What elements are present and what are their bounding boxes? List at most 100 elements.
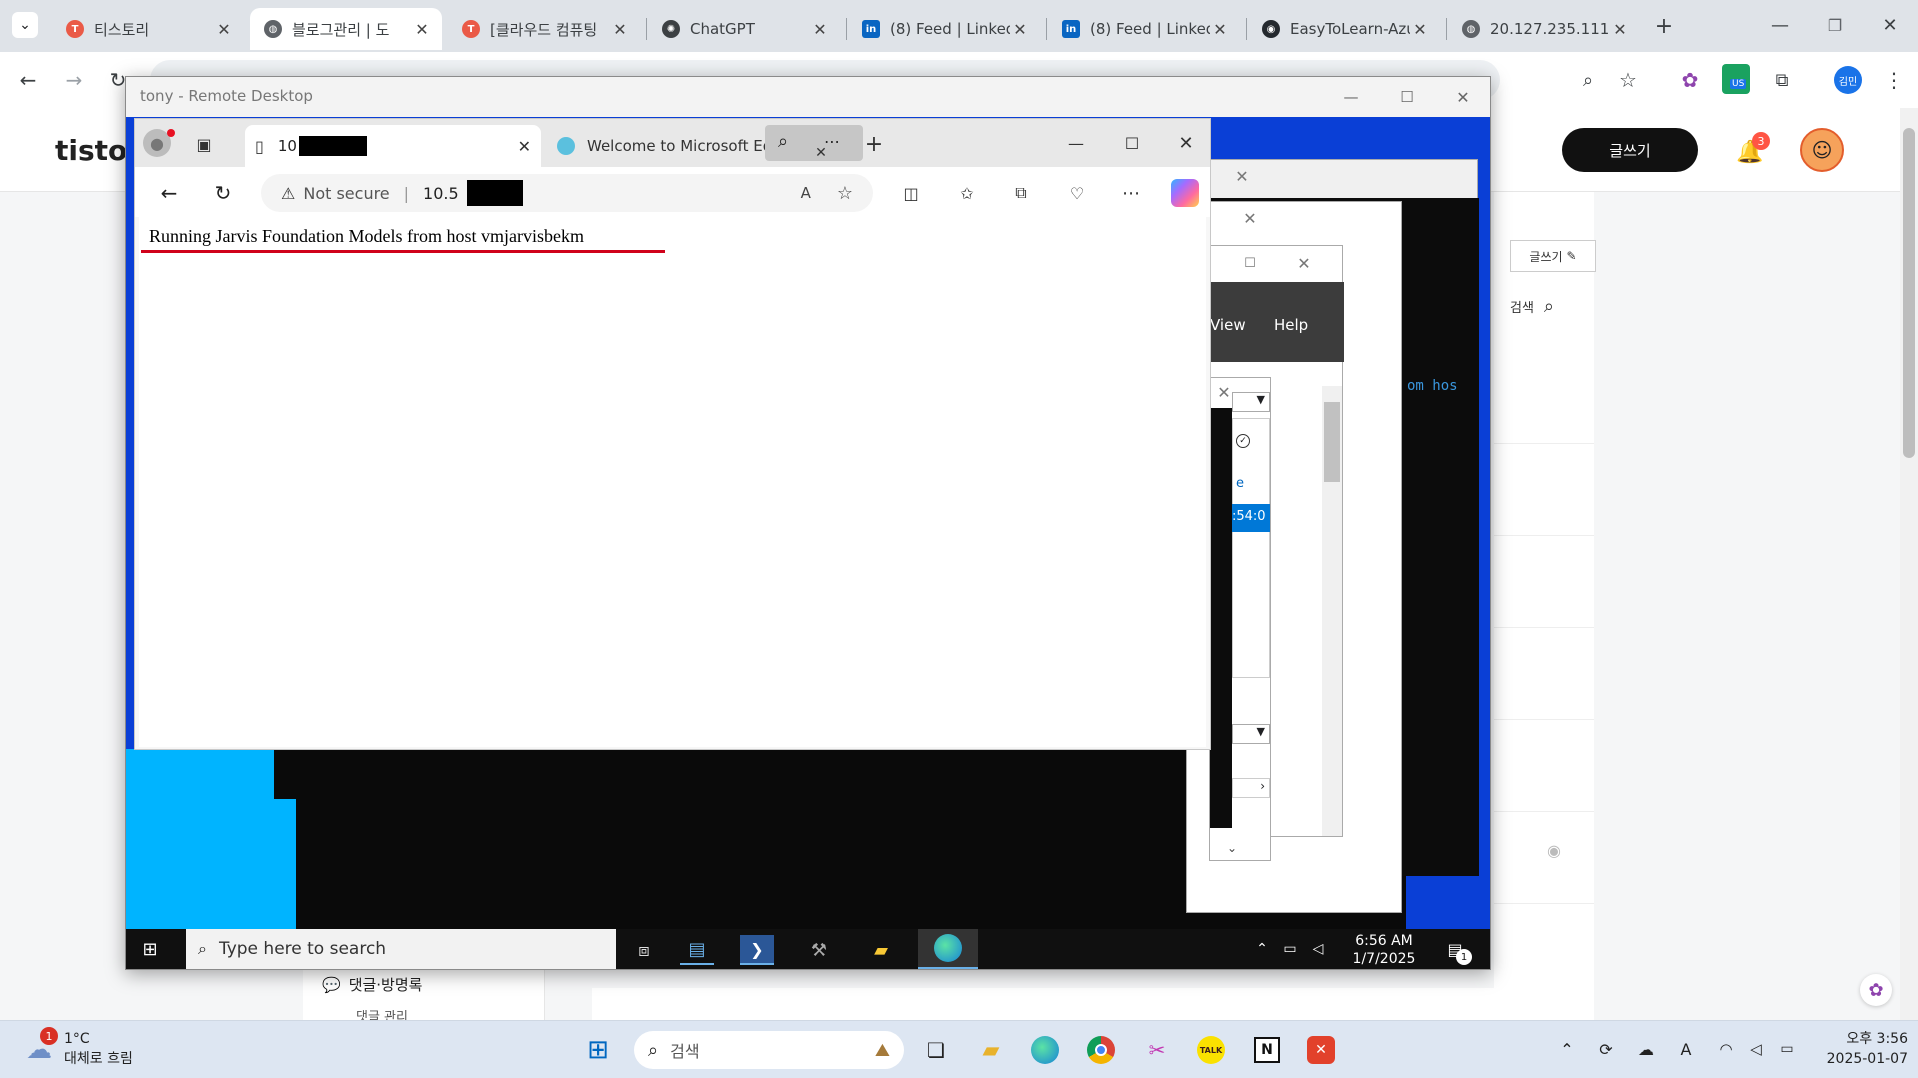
outer-tab-active[interactable]: ◍ 블로그관리 | 도 ✕ xyxy=(250,8,442,50)
zoom-magnifier-icon[interactable]: ⌕ xyxy=(771,129,795,153)
remote-desktop-app-icon[interactable]: ✕ xyxy=(1304,1035,1338,1065)
side-search[interactable]: 검색 ⌕ xyxy=(1510,296,1554,317)
close-icon[interactable]: ✕ xyxy=(1210,20,1230,39)
battery-icon[interactable]: ▭ xyxy=(1774,1037,1800,1061)
remote-clock[interactable]: 6:56 AM 1/7/2025 xyxy=(1348,932,1420,968)
zoom-icon[interactable]: ⌕ xyxy=(1574,66,1602,94)
tray-chevron-icon[interactable]: ⌃ xyxy=(1252,939,1272,959)
host-edge-icon[interactable] xyxy=(1028,1035,1062,1065)
start-icon[interactable]: ⊞ xyxy=(582,1035,614,1065)
host-file-explorer-icon[interactable]: ▰ xyxy=(974,1035,1008,1065)
outer-tab[interactable]: T 티스토리 ✕ xyxy=(52,8,244,50)
new-tab-plus-icon[interactable]: + xyxy=(1650,12,1678,40)
rdp-maximize-icon[interactable]: ☐ xyxy=(1392,83,1422,111)
write-button[interactable]: 글쓰기 xyxy=(1562,128,1698,172)
bookmark-star-icon[interactable]: ☆ xyxy=(1614,66,1642,94)
ime-icon[interactable]: A xyxy=(1674,1037,1698,1061)
bg4-checkbox[interactable]: ✓ xyxy=(1236,434,1250,448)
bg-window-close-icon[interactable]: ✕ xyxy=(1227,164,1257,188)
tab-search-button[interactable]: ⌄ xyxy=(12,12,38,38)
close-icon[interactable]: ✕ xyxy=(412,20,432,39)
favorites-icon[interactable]: ✩ xyxy=(953,179,981,207)
edge-tab-close-icon[interactable]: ✕ xyxy=(518,137,531,156)
minimize-icon[interactable]: — xyxy=(1760,10,1800,40)
edge-close-icon[interactable]: ✕ xyxy=(1169,129,1203,157)
outer-tab[interactable]: in (8) Feed | Linked ✕ xyxy=(848,8,1040,50)
edge-maximize-icon[interactable]: ☐ xyxy=(1115,129,1149,157)
edge-back-icon[interactable]: ← xyxy=(155,179,183,207)
more-menu-icon[interactable]: ⋮ xyxy=(1880,66,1908,94)
edge-more-icon[interactable]: ⋯ xyxy=(1117,179,1145,207)
edge-minimize-icon[interactable]: — xyxy=(1059,129,1093,157)
close-icon[interactable]: ✕ xyxy=(1410,20,1430,39)
browser-essentials-icon[interactable]: ♡ xyxy=(1063,179,1091,207)
host-search-box[interactable]: ⌕ 검색 ⛰ xyxy=(634,1031,904,1069)
split-screen-icon[interactable]: ◫ xyxy=(897,179,925,207)
close-icon[interactable]: ✕ xyxy=(610,20,630,39)
collections-icon[interactable]: ⧉ xyxy=(1007,179,1035,207)
close-icon[interactable]: ✕ xyxy=(1010,20,1030,39)
rdp-minimize-icon[interactable]: — xyxy=(1336,83,1366,111)
wifi-icon[interactable]: ◠ xyxy=(1714,1037,1738,1061)
volume-icon[interactable]: ◁ xyxy=(1744,1037,1768,1061)
bg4-scroll-right[interactable]: › xyxy=(1232,778,1270,798)
edge-tab-close-2-icon[interactable]: ✕ xyxy=(811,143,831,163)
volume-muted-icon[interactable]: ◁ xyxy=(1306,939,1330,959)
edge-tab-actions-icon[interactable]: ▣ xyxy=(191,131,217,157)
close-icon[interactable]: ✕ xyxy=(810,20,830,39)
network-icon[interactable]: ▭ xyxy=(1278,939,1302,959)
menu-view[interactable]: View xyxy=(1210,316,1246,334)
side-write-button[interactable]: 글쓰기 ✎ xyxy=(1510,240,1596,272)
extension-icon[interactable]: US xyxy=(1722,64,1750,94)
task-view-icon[interactable]: ⧈ xyxy=(630,937,658,963)
edge-new-tab-icon[interactable]: + xyxy=(861,131,887,157)
server-manager-icon[interactable]: ▤ xyxy=(680,935,714,965)
outer-tab[interactable]: ✺ ChatGPT ✕ xyxy=(648,8,840,50)
edge-address-bar[interactable]: ⚠ Not secure | 10.5 A ☆ xyxy=(261,174,873,212)
edge-tab-inactive[interactable]: Welcome to Microsoft Edge xyxy=(549,125,789,167)
profile-avatar[interactable]: 김민 xyxy=(1834,66,1862,94)
outer-tab[interactable]: in (8) Feed | Linked ✕ xyxy=(1048,8,1240,50)
outer-tab[interactable]: ◍ 20.127.235.111 ✕ xyxy=(1448,8,1640,50)
edge-tab-active[interactable]: ▯ 10 ✕ xyxy=(245,125,541,167)
menu-comments[interactable]: 💬 댓글·방명록 xyxy=(322,974,422,995)
edge-refresh-icon[interactable]: ↻ xyxy=(209,179,237,207)
sync-icon[interactable]: ⟳ xyxy=(1594,1037,1618,1061)
rdp-close-icon[interactable]: ✕ xyxy=(1448,83,1478,111)
powershell-icon[interactable]: ❯ xyxy=(740,935,774,965)
favorite-star-icon[interactable]: ☆ xyxy=(837,183,853,204)
bg4-selected-row[interactable]: :54:0 xyxy=(1232,504,1270,532)
notion-icon[interactable]: N xyxy=(1250,1035,1284,1065)
remote-edge-icon[interactable] xyxy=(918,929,978,969)
outer-tab[interactable]: ◉ EasyToLearn-Azu ✕ xyxy=(1248,8,1440,50)
snipping-tool-icon[interactable]: ✂ xyxy=(1140,1035,1174,1065)
scrollbar-thumb[interactable] xyxy=(1903,128,1915,458)
admin-tools-icon[interactable]: ⚒ xyxy=(802,935,836,965)
cloud-offline-icon[interactable]: ☁ xyxy=(1634,1037,1658,1061)
weather-widget[interactable]: 1°C 대체로 흐림 xyxy=(64,1029,133,1069)
restore-icon[interactable]: ❐ xyxy=(1815,10,1855,40)
chrome-icon[interactable] xyxy=(1084,1035,1118,1065)
page-scrollbar[interactable] xyxy=(1900,108,1918,1020)
kakaotalk-icon[interactable]: TALK xyxy=(1194,1035,1228,1065)
close-window-icon[interactable]: ✕ xyxy=(1870,10,1910,40)
ai-floating-icon[interactable]: ✿ xyxy=(1860,974,1892,1006)
avatar[interactable]: ☺ xyxy=(1800,128,1844,172)
bg4-dropdown-2[interactable]: ▼ xyxy=(1232,724,1270,744)
file-explorer-icon[interactable]: ▰ xyxy=(864,935,898,965)
close-icon[interactable]: ✕ xyxy=(1610,20,1630,39)
task-view-host-icon[interactable]: ❏ xyxy=(920,1035,952,1065)
copilot-icon[interactable] xyxy=(1171,179,1199,207)
eye-icon[interactable]: ◉ xyxy=(1542,838,1566,862)
outer-tab[interactable]: T [클라우드 컴퓨팅 ✕ xyxy=(448,8,640,50)
bg4-dropdown[interactable]: ▼ xyxy=(1232,392,1270,412)
read-aloud-icon[interactable]: A xyxy=(801,184,811,202)
close-icon[interactable]: ✕ xyxy=(214,20,234,39)
menu-help[interactable]: Help xyxy=(1274,316,1308,334)
bg3-window-close-icon[interactable]: ✕ xyxy=(1290,252,1318,274)
tray-overflow-icon[interactable]: ⌃ xyxy=(1556,1037,1578,1061)
forward-arrow-icon[interactable]: → xyxy=(60,66,88,94)
bg4-scroll-down[interactable]: ⌄ xyxy=(1224,838,1240,858)
back-arrow-icon[interactable]: ← xyxy=(14,66,42,94)
bg2-window-close-icon[interactable]: ✕ xyxy=(1235,206,1265,230)
